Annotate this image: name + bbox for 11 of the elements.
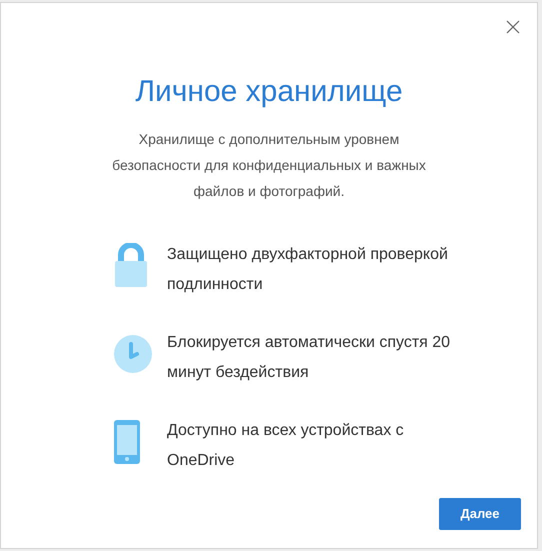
close-icon bbox=[506, 20, 520, 34]
lock-icon bbox=[113, 243, 149, 289]
feature-text: Блокируется автоматически спустя 20 минут бездействия bbox=[167, 333, 452, 383]
next-button[interactable]: Далее bbox=[439, 498, 521, 530]
dialog-description: Хранилище с дополнительным уровнем безопасности для конфиденциальных и важных файлов и фотографий. bbox=[111, 130, 427, 201]
close-button[interactable] bbox=[505, 19, 521, 35]
feature-text: Защищено двухфакторной проверкой подлинности bbox=[167, 245, 449, 295]
phone-icon bbox=[113, 419, 141, 465]
dialog-title: Личное хранилище bbox=[135, 74, 403, 110]
clock-icon bbox=[113, 334, 153, 374]
feature-text: Доступно на всех устройствах с OneDrive bbox=[167, 421, 405, 471]
